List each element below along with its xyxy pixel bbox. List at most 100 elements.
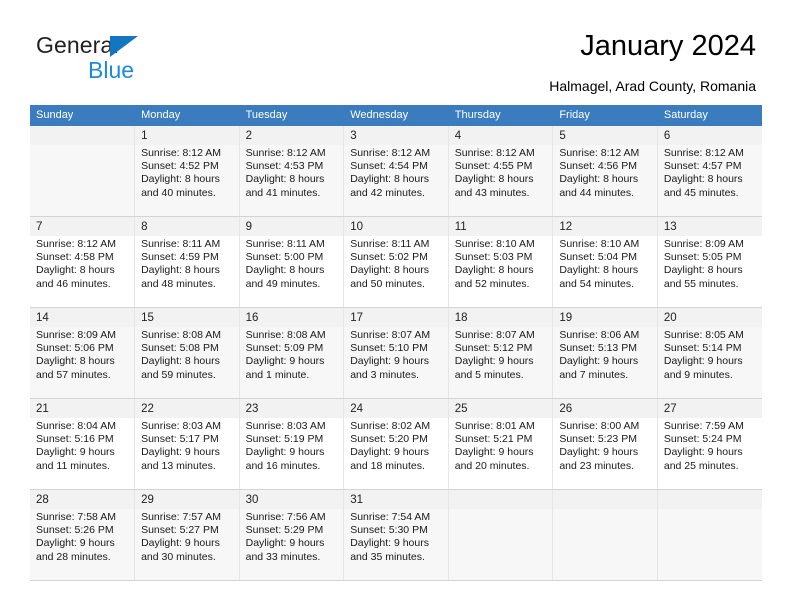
sunset-text: Sunset: 5:04 PM — [559, 251, 637, 264]
sunrise-text: Sunrise: 8:12 AM — [245, 147, 326, 159]
calendar-day-cell[interactable]: 19 Sunrise: 8:06 AM Sunset: 5:13 PM Dayligh… — [552, 307, 658, 399]
calendar-week-row: 1 Sunrise: 8:12 AM Sunset: 4:52 PM Daylight… — [30, 126, 762, 217]
calendar-day-cell[interactable]: 8 Sunrise: 8:11 AM Sunset: 4:59 PM Daylight… — [134, 216, 240, 308]
calendar-day-cell[interactable]: 17 Sunrise: 8:07 AM Sunset: 5:10 PM Dayligh… — [343, 307, 449, 399]
day-details: Sunrise: 8:10 AM Sunset: 5:03 PM Daylight:… — [448, 236, 552, 307]
daylight-text: and 20 minutes. — [454, 459, 530, 472]
daylight-text: Daylight: 8 hours — [36, 355, 115, 368]
day-number: 20 — [657, 308, 762, 327]
day-number: 23 — [239, 399, 343, 418]
day-number: 14 — [30, 308, 134, 327]
calendar-day-cell[interactable]: 25 Sunrise: 8:01 AM Sunset: 5:21 PM Dayligh… — [448, 398, 554, 490]
sunrise-text: Sunrise: 8:08 AM — [141, 329, 222, 341]
sunrise-text: Sunrise: 8:12 AM — [36, 238, 116, 250]
day-number: 17 — [344, 308, 448, 327]
calendar-day-cell[interactable]: 13 Sunrise: 8:09 AM Sunset: 5:05 PM Dayligh… — [657, 216, 762, 308]
calendar-day-cell[interactable]: 6 Sunrise: 8:12 AM Sunset: 4:57 PM Daylight… — [657, 126, 762, 217]
sunrise-text: Sunrise: 7:59 AM — [663, 420, 744, 432]
calendar-day-cell[interactable]: 16 Sunrise: 8:08 AM Sunset: 5:09 PM Dayligh… — [239, 307, 345, 399]
weekday-header-saturday: Saturday — [657, 105, 763, 126]
calendar-day-cell[interactable]: 1 Sunrise: 8:12 AM Sunset: 4:52 PM Daylight… — [134, 126, 240, 217]
calendar-day-cell[interactable]: 20 Sunrise: 8:05 AM Sunset: 5:14 PM Dayligh… — [657, 307, 762, 399]
sunset-text: Sunset: 5:03 PM — [454, 251, 533, 264]
calendar-day-cell-empty — [657, 489, 762, 581]
day-number: 12 — [553, 217, 657, 236]
sunrise-text: Sunrise: 8:04 AM — [36, 420, 116, 432]
day-number: 6 — [657, 126, 762, 145]
calendar-day-cell[interactable]: 30 Sunrise: 7:56 AM Sunset: 5:29 PM Dayligh… — [239, 489, 345, 581]
day-number: 27 — [657, 399, 762, 418]
daylight-text: Daylight: 9 hours — [663, 446, 743, 459]
daylight-text: Daylight: 9 hours — [454, 355, 534, 368]
calendar-day-cell[interactable]: 23 Sunrise: 8:03 AM Sunset: 5:19 PM Dayligh… — [239, 398, 345, 490]
sunrise-text: Sunrise: 8:07 AM — [350, 329, 431, 341]
logo-text-blue: Blue — [88, 57, 135, 83]
day-number: 24 — [344, 399, 448, 418]
sunrise-text: Sunrise: 8:07 AM — [454, 329, 535, 341]
calendar-day-cell[interactable]: 18 Sunrise: 8:07 AM Sunset: 5:12 PM Dayligh… — [448, 307, 554, 399]
calendar-day-cell[interactable]: 12 Sunrise: 8:10 AM Sunset: 5:04 PM Dayligh… — [552, 216, 658, 308]
day-details: Sunrise: 8:08 AM Sunset: 5:09 PM Daylight:… — [239, 327, 343, 398]
calendar-week-row: 14 Sunrise: 8:09 AM Sunset: 5:06 PM Dayligh… — [30, 307, 762, 399]
sunset-text: Sunset: 5:13 PM — [559, 342, 637, 355]
daylight-text: Daylight: 9 hours — [350, 355, 429, 368]
day-number: 2 — [239, 126, 343, 145]
calendar-day-cell[interactable]: 26 Sunrise: 8:00 AM Sunset: 5:23 PM Dayligh… — [552, 398, 658, 490]
daylight-text: Daylight: 8 hours — [559, 264, 639, 277]
daylight-text: Daylight: 8 hours — [350, 173, 429, 186]
calendar-day-cell[interactable]: 2 Sunrise: 8:12 AM Sunset: 4:53 PM Daylight… — [239, 126, 345, 217]
calendar-day-cell[interactable]: 3 Sunrise: 8:12 AM Sunset: 4:54 PM Daylight… — [343, 126, 449, 217]
weekday-header-friday: Friday — [552, 105, 658, 126]
day-details: Sunrise: 7:59 AM Sunset: 5:24 PM Daylight:… — [657, 418, 762, 489]
sunrise-text: Sunrise: 8:01 AM — [454, 420, 535, 432]
day-number: 19 — [553, 308, 657, 327]
daylight-text: and 30 minutes. — [141, 550, 216, 563]
calendar-day-cell[interactable]: 9 Sunrise: 8:11 AM Sunset: 5:00 PM Daylight… — [239, 216, 345, 308]
calendar-day-cell[interactable]: 22 Sunrise: 8:03 AM Sunset: 5:17 PM Dayligh… — [134, 398, 240, 490]
day-details: Sunrise: 7:57 AM Sunset: 5:27 PM Daylight:… — [135, 509, 239, 580]
day-details: Sunrise: 8:12 AM Sunset: 4:58 PM Daylight:… — [30, 236, 134, 307]
calendar-day-cell[interactable]: 31 Sunrise: 7:54 AM Sunset: 5:30 PM Dayligh… — [343, 489, 449, 581]
calendar-day-cell[interactable]: 24 Sunrise: 8:02 AM Sunset: 5:20 PM Dayligh… — [343, 398, 449, 490]
sunset-text: Sunset: 5:23 PM — [559, 433, 637, 446]
daylight-text: and 23 minutes. — [559, 459, 635, 472]
day-details: Sunrise: 8:04 AM Sunset: 5:16 PM Daylight:… — [30, 418, 134, 489]
calendar-day-cell[interactable]: 7 Sunrise: 8:12 AM Sunset: 4:58 PM Daylight… — [30, 216, 136, 308]
calendar-day-cell[interactable]: 11 Sunrise: 8:10 AM Sunset: 5:03 PM Dayligh… — [448, 216, 554, 308]
day-number: 5 — [553, 126, 657, 145]
calendar-day-cell[interactable]: 5 Sunrise: 8:12 AM Sunset: 4:56 PM Daylight… — [552, 126, 658, 217]
daylight-text: Daylight: 8 hours — [141, 264, 220, 277]
daylight-text: Daylight: 8 hours — [454, 264, 534, 277]
daylight-text: Daylight: 9 hours — [559, 446, 639, 459]
day-details: Sunrise: 8:02 AM Sunset: 5:20 PM Daylight:… — [344, 418, 448, 489]
calendar-day-cell[interactable]: 14 Sunrise: 8:09 AM Sunset: 5:06 PM Dayligh… — [30, 307, 136, 399]
calendar-day-cell[interactable]: 21 Sunrise: 8:04 AM Sunset: 5:16 PM Dayligh… — [30, 398, 136, 490]
daylight-text: Daylight: 8 hours — [141, 173, 220, 186]
daylight-text: and 18 minutes. — [350, 459, 425, 472]
logo-text-general: General — [36, 32, 119, 58]
daylight-text: Daylight: 9 hours — [663, 355, 743, 368]
daylight-text: Daylight: 9 hours — [245, 537, 325, 550]
calendar-day-cell[interactable]: 27 Sunrise: 7:59 AM Sunset: 5:24 PM Dayligh… — [657, 398, 762, 490]
day-number: 9 — [239, 217, 343, 236]
calendar-day-cell[interactable]: 29 Sunrise: 7:57 AM Sunset: 5:27 PM Dayligh… — [134, 489, 240, 581]
daylight-text: Daylight: 9 hours — [350, 446, 429, 459]
daylight-text: and 40 minutes. — [141, 186, 216, 199]
day-number: 13 — [657, 217, 762, 236]
day-number: 8 — [135, 217, 239, 236]
general-blue-logo[interactable]: General Blue — [36, 32, 236, 88]
sunset-text: Sunset: 5:09 PM — [245, 342, 324, 355]
calendar-day-cell[interactable]: 28 Sunrise: 7:58 AM Sunset: 5:26 PM Dayligh… — [30, 489, 136, 581]
day-details: Sunrise: 8:06 AM Sunset: 5:13 PM Daylight:… — [553, 327, 657, 398]
calendar-day-cell[interactable]: 15 Sunrise: 8:08 AM Sunset: 5:08 PM Dayligh… — [134, 307, 240, 399]
daylight-text: Daylight: 8 hours — [141, 355, 220, 368]
day-number: 18 — [448, 308, 552, 327]
day-details — [553, 509, 657, 580]
calendar-day-cell[interactable]: 10 Sunrise: 8:11 AM Sunset: 5:02 PM Dayligh… — [343, 216, 449, 308]
calendar-day-cell[interactable]: 4 Sunrise: 8:12 AM Sunset: 4:55 PM Daylight… — [448, 126, 554, 217]
sunrise-text: Sunrise: 7:57 AM — [141, 511, 222, 523]
day-details: Sunrise: 8:03 AM Sunset: 5:19 PM Daylight:… — [239, 418, 343, 489]
day-number: 30 — [239, 490, 343, 509]
sunset-text: Sunset: 5:08 PM — [141, 342, 219, 355]
logo-triangle-icon — [110, 36, 138, 57]
